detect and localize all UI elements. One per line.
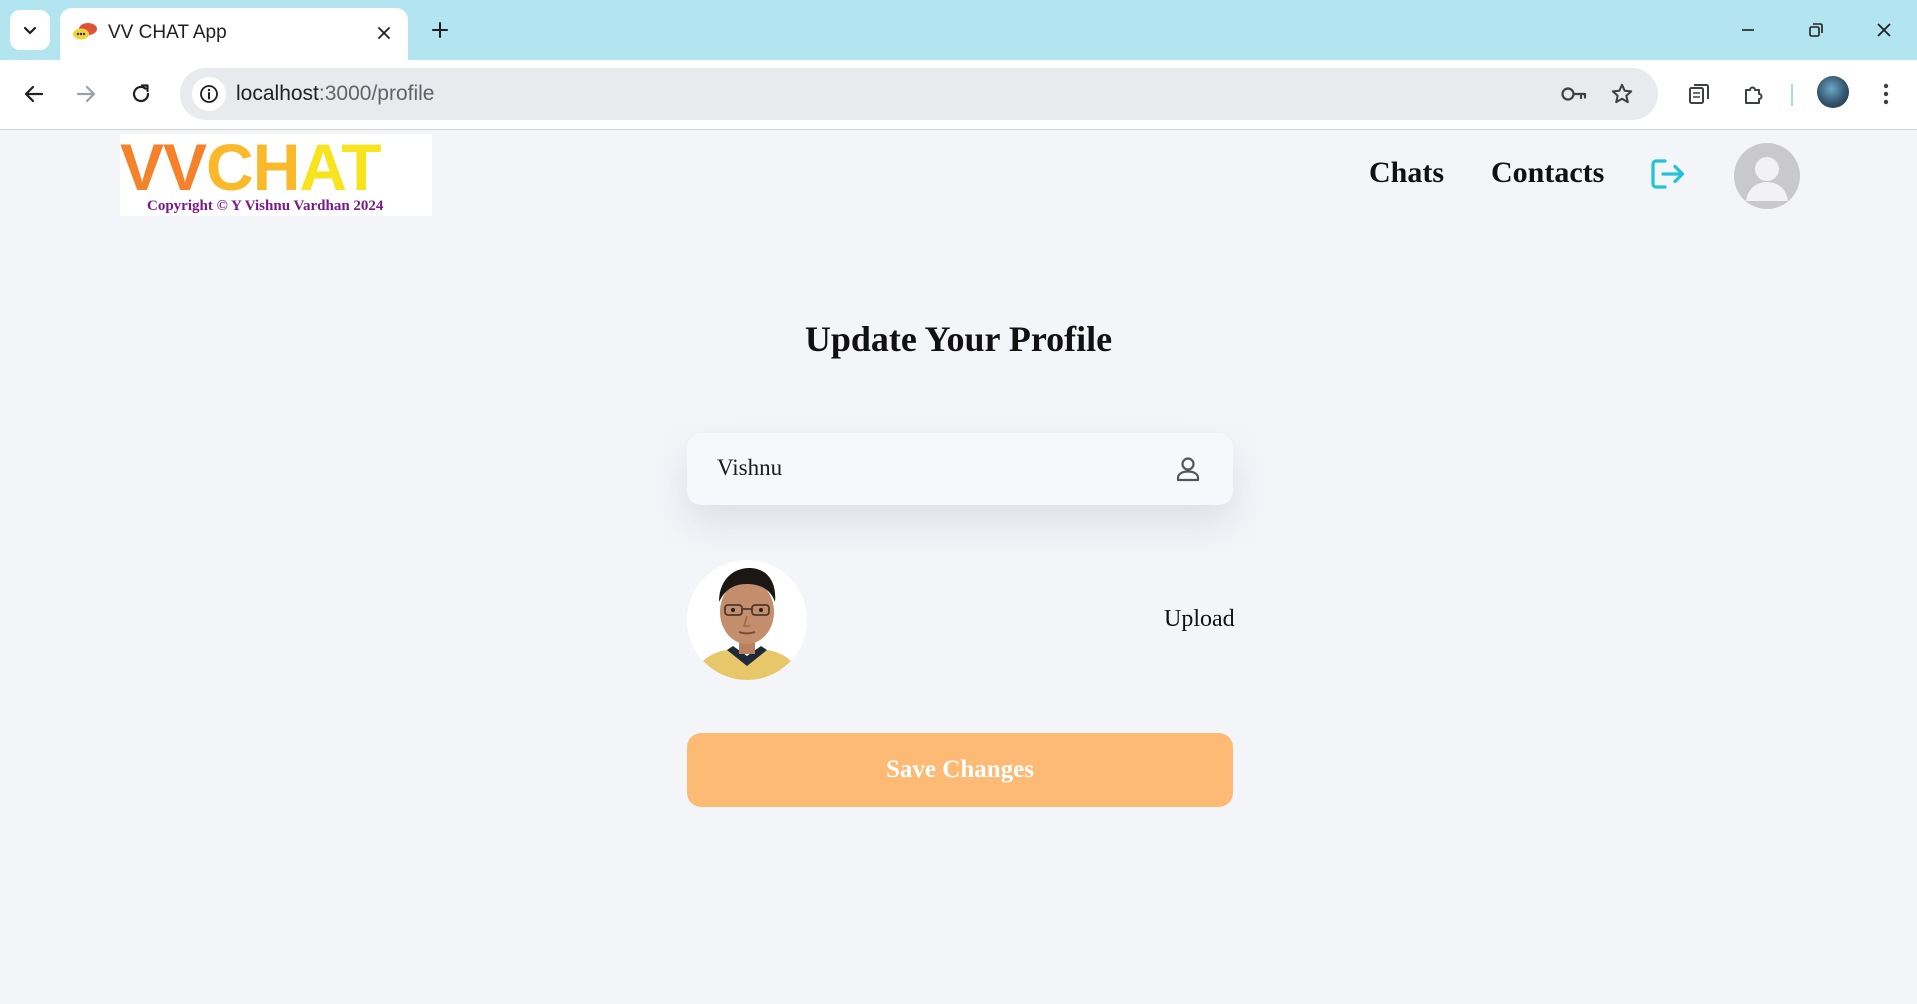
tab-groups-button[interactable] [1679, 74, 1719, 114]
reload-icon [132, 84, 150, 103]
close-window-icon [1877, 23, 1891, 37]
site-info-button[interactable] [192, 77, 226, 111]
chat-bubbles-favicon-icon [73, 23, 97, 40]
logout-icon[interactable] [1648, 156, 1688, 192]
url-host: localhost [236, 82, 319, 105]
logo-copyright: Copyright © Y Vishnu Vardhan 2024 [147, 198, 384, 214]
minimize-window-button[interactable] [1724, 10, 1772, 50]
tab-close-button[interactable] [370, 19, 398, 47]
restore-window-button[interactable] [1792, 10, 1840, 50]
close-window-button[interactable] [1860, 10, 1908, 50]
user-outline-icon [1176, 457, 1200, 482]
address-bar[interactable]: localhost:3000/profile [180, 68, 1658, 120]
password-key-button[interactable] [1558, 78, 1590, 110]
extensions-icon [1745, 86, 1763, 104]
page-content: VVCHAT Copyright © Y Vishnu Vardhan 2024… [0, 130, 1917, 1004]
browser-menu-button[interactable] [1866, 74, 1906, 114]
tab-title: VV CHAT App [108, 22, 227, 43]
new-tab-button[interactable] [424, 14, 456, 46]
browser-toolbar: localhost:3000/profile [0, 60, 1917, 130]
vvchat-logo[interactable]: VVCHAT Copyright © Y Vishnu Vardhan 2024 [120, 134, 432, 216]
tab-search-button[interactable] [10, 10, 50, 50]
reload-button[interactable] [121, 74, 161, 114]
restore-icon [1809, 23, 1823, 37]
bookmark-star-button[interactable] [1606, 78, 1638, 110]
profile-photo-image [687, 560, 807, 680]
header-avatar[interactable] [1734, 143, 1800, 209]
chevron-down-icon [23, 26, 37, 35]
back-arrow-icon [24, 85, 44, 103]
save-changes-button[interactable]: Save Changes [687, 733, 1233, 807]
more-vert-icon [1883, 83, 1889, 105]
name-field[interactable] [687, 433, 1233, 505]
plus-icon [432, 22, 448, 38]
upload-button[interactable]: Upload [1164, 606, 1235, 633]
tab-groups-icon [1689, 84, 1709, 104]
back-button[interactable] [14, 74, 54, 114]
nav-contacts-link[interactable]: Contacts [1491, 156, 1604, 190]
toolbar-separator [1791, 84, 1793, 106]
forward-button[interactable] [66, 74, 106, 114]
default-user-avatar-icon [1746, 157, 1788, 201]
profile-photo [687, 560, 807, 680]
key-icon [1561, 87, 1587, 101]
browser-profile-avatar[interactable] [1817, 76, 1849, 108]
star-icon [1611, 83, 1633, 104]
minimize-icon [1742, 29, 1754, 31]
page-title: Update Your Profile [804, 319, 1113, 359]
forward-arrow-icon [76, 85, 96, 103]
url-text[interactable]: localhost:3000/profile [236, 82, 434, 106]
info-icon [200, 85, 218, 103]
browser-tab-strip: VV CHAT App [0, 0, 1917, 60]
browser-tab-active[interactable]: VV CHAT App [60, 8, 408, 60]
nav-chats-link[interactable]: Chats [1369, 156, 1444, 190]
logo-wordmark: VVCHAT [120, 130, 381, 204]
url-path: :3000/profile [318, 82, 435, 105]
extensions-button[interactable] [1734, 74, 1774, 114]
name-input[interactable] [717, 451, 1137, 485]
close-icon [378, 27, 390, 39]
